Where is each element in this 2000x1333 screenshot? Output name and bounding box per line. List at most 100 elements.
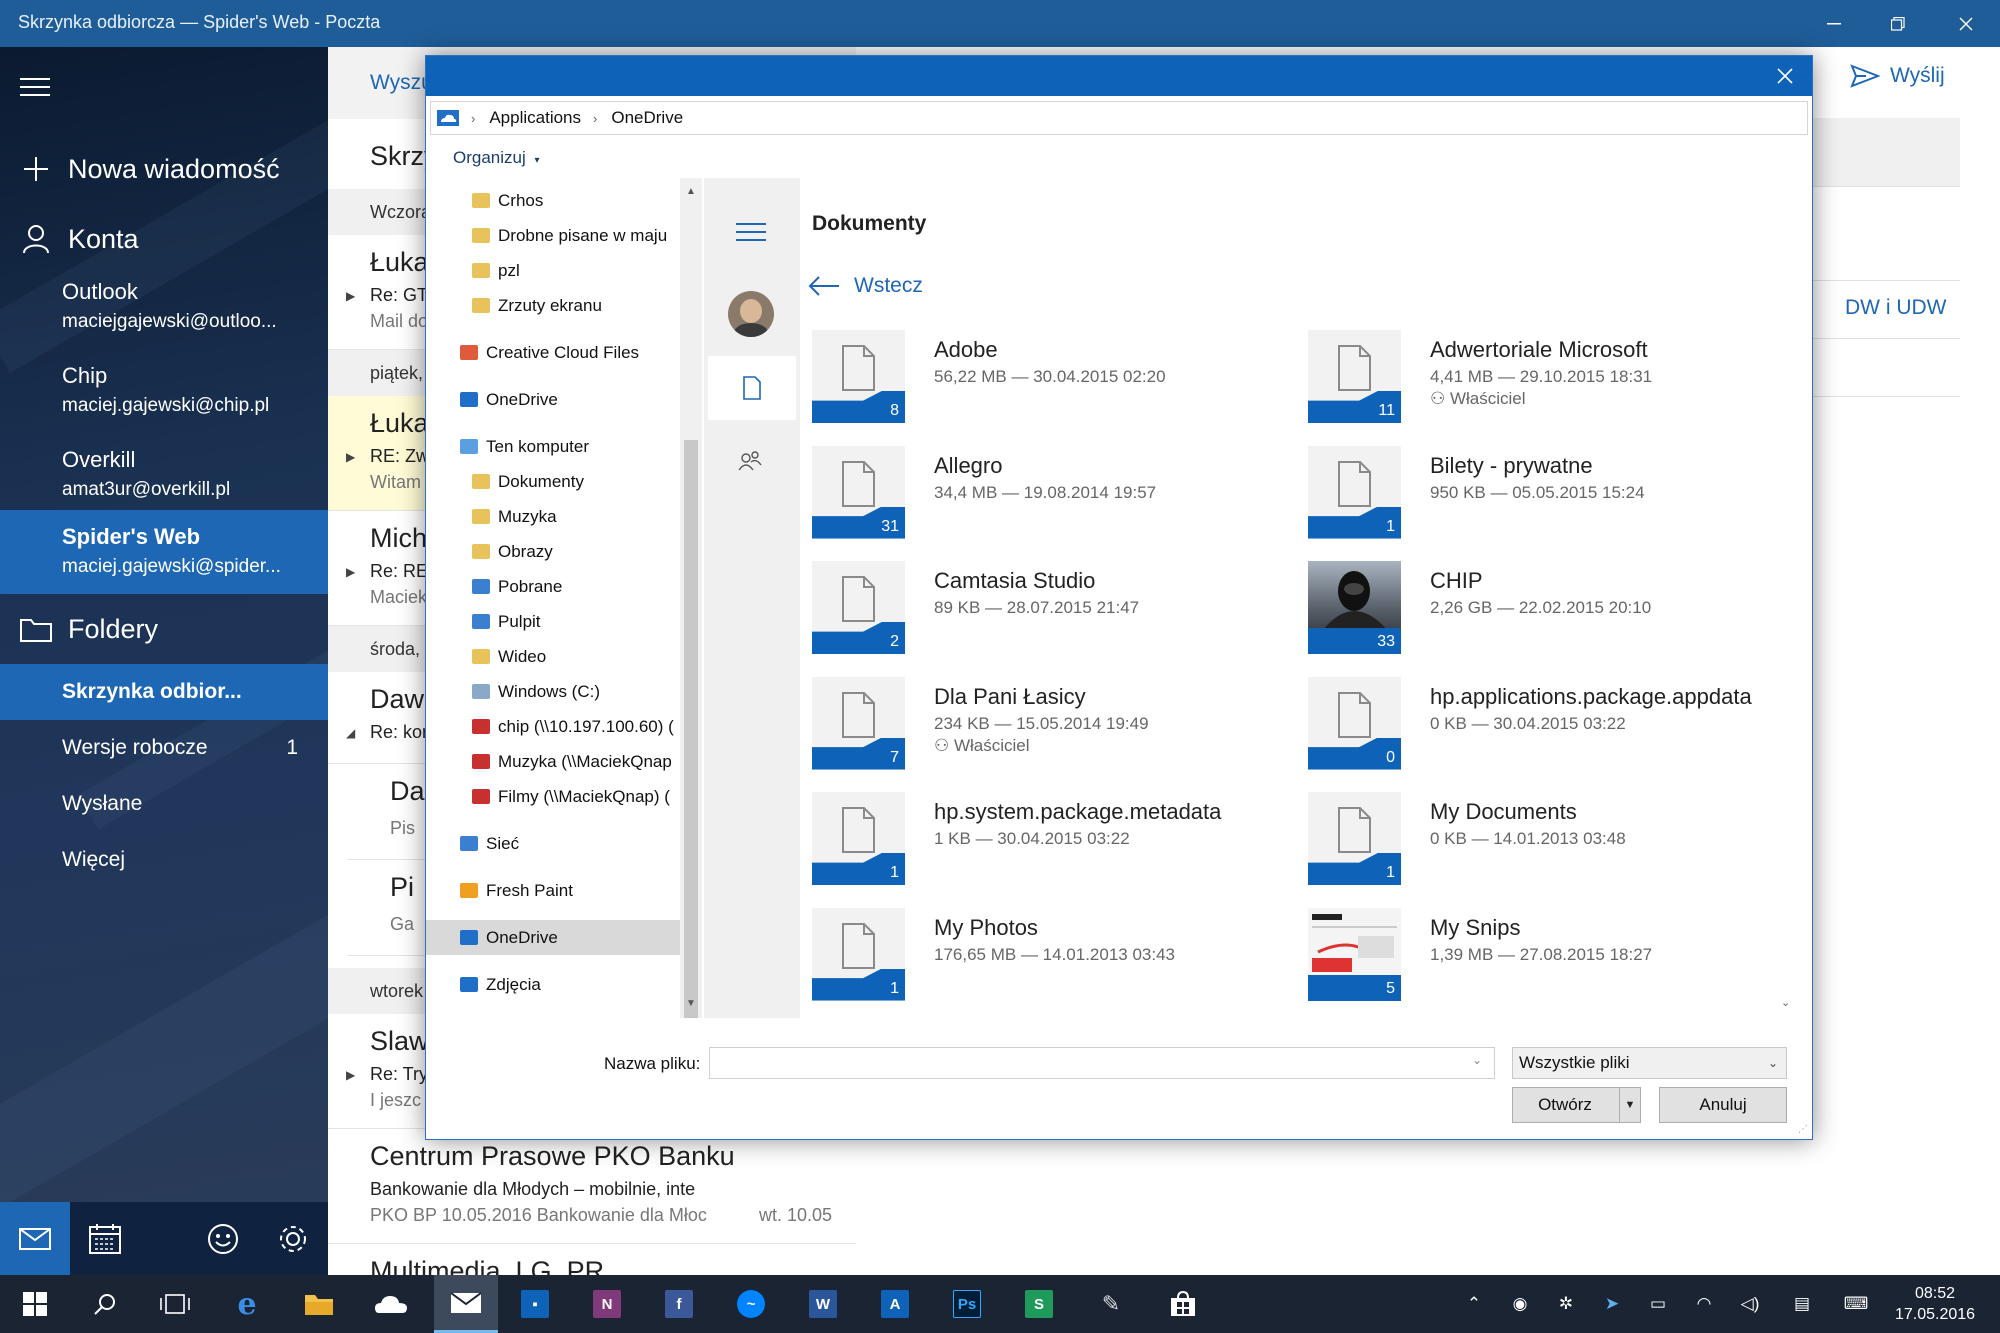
tree-item[interactable]: Wideo <box>426 639 682 674</box>
breadcrumb-item[interactable]: Applications <box>489 108 581 128</box>
search-button[interactable] <box>76 1275 134 1333</box>
folder-more[interactable]: Więcej <box>0 832 328 888</box>
open-options-button[interactable]: ▼ <box>1619 1087 1641 1123</box>
photoshop-taskbar-button[interactable]: Ps <box>938 1275 996 1333</box>
edge-taskbar-button[interactable]: e <box>218 1275 276 1333</box>
start-button[interactable] <box>6 1275 64 1333</box>
tree-item[interactable]: Filmy (\\MaciekQnap) ( <box>426 779 682 814</box>
account-chip[interactable]: Chip maciej.gajewski@chip.pl <box>0 349 328 433</box>
messaging-taskbar-button[interactable]: ▪ <box>506 1275 564 1333</box>
account-overkill[interactable]: Overkill amat3ur@overkill.pl <box>0 433 328 517</box>
cc-bcc-link[interactable]: DW i UDW <box>1845 296 1946 320</box>
folder-tile[interactable]: 0 hp.applications.package.appdata 0 KB — 3… <box>1308 676 1778 773</box>
record-tray-icon[interactable]: ◉ <box>1500 1275 1540 1333</box>
folder-tile[interactable]: 7 Dla Pani Łasicy 234 KB — 15.05.2014 19:4… <box>812 676 1282 773</box>
organize-menu[interactable]: Organizuj ▾ <box>453 148 540 168</box>
mail-taskbar-button[interactable] <box>434 1275 498 1333</box>
dialog-close-button[interactable] <box>1770 61 1800 91</box>
tree-item[interactable]: Muzyka <box>426 499 682 534</box>
send-button[interactable]: Wyślij <box>1850 64 1945 88</box>
tree-item[interactable]: Zrzuty ekranu <box>426 288 682 323</box>
files-nav-button[interactable] <box>708 356 796 420</box>
tree-item[interactable]: Drobne pisane w maju <box>426 218 682 253</box>
settings-button[interactable] <box>258 1202 328 1275</box>
hamburger-button[interactable] <box>0 57 328 117</box>
folder-tile[interactable]: 33 CHIP 2,26 GB — 22.02.2015 20:10 <box>1308 561 1778 657</box>
folder-tile[interactable]: 2 Camtasia Studio 89 KB — 28.07.2015 21:47 <box>812 561 1282 657</box>
tree-item[interactable]: Crhos <box>426 183 682 218</box>
expand-arrow-icon[interactable]: ▶ <box>346 450 355 464</box>
word-taskbar-button[interactable]: W <box>794 1275 852 1333</box>
shared-nav-button[interactable] <box>738 450 762 477</box>
message-item[interactable]: Multimedia_LG_PR <box>328 1244 856 1275</box>
close-button[interactable] <box>1932 0 2000 47</box>
scroll-down-icon[interactable]: ⌄ <box>1781 996 1790 1009</box>
tree-item[interactable]: Windows (C:) <box>426 674 682 709</box>
show-hidden-icons-button[interactable]: ⌃ <box>1454 1275 1494 1333</box>
tree-scrollbar[interactable]: ▲ ▼ <box>680 178 702 1018</box>
minimize-button[interactable] <box>1800 0 1868 47</box>
filename-history-dropdown-icon[interactable]: ⌄ <box>1472 1053 1482 1067</box>
menu-button[interactable] <box>736 222 766 247</box>
folder-tile[interactable]: 1 hp.system.package.metadata 1 KB — 30.04.… <box>812 792 1282 888</box>
folders-header[interactable]: Foldery <box>0 601 328 657</box>
folder-tile[interactable]: 1 My Documents 0 KB — 14.01.2013 03:48 <box>1308 792 1778 888</box>
calendar-button[interactable] <box>70 1202 140 1275</box>
tree-item[interactable]: Pobrane <box>426 569 682 604</box>
onenote-taskbar-button[interactable]: N <box>578 1275 636 1333</box>
resize-grip-icon[interactable]: ⋰ <box>1798 1124 1808 1135</box>
folder-inbox[interactable]: Skrzynka odbior... <box>0 664 328 720</box>
restore-button[interactable] <box>1864 0 1932 47</box>
telegram-tray-icon[interactable]: ➤ <box>1592 1275 1632 1333</box>
back-button[interactable]: Wstecz <box>808 274 923 298</box>
tree-item[interactable]: pzl <box>426 253 682 288</box>
tree-item[interactable]: Pulpit <box>426 604 682 639</box>
onedrive-taskbar-button[interactable] <box>362 1275 420 1333</box>
tree-item[interactable]: Muzyka (\\MaciekQnap <box>426 744 682 779</box>
folder-drafts[interactable]: Wersje robocze 1 <box>0 720 328 776</box>
tree-item[interactable]: Obrazy <box>426 534 682 569</box>
breadcrumb-item[interactable]: OneDrive <box>611 108 683 128</box>
account-spiders-web[interactable]: Spider's Web maciej.gajewski@spider... <box>0 510 328 594</box>
folder-tile[interactable]: 5 My Snips 1,39 MB — 27.08.2015 18:27 <box>1308 907 1778 1004</box>
folder-tile[interactable]: 1 My Photos 176,65 MB — 14.01.2013 03:43 <box>812 907 1282 1004</box>
volume-tray-icon[interactable]: ◁) <box>1730 1275 1770 1333</box>
folder-sent[interactable]: Wysłane <box>0 776 328 832</box>
translator-taskbar-button[interactable]: A <box>866 1275 924 1333</box>
paint-taskbar-button[interactable]: ✎ <box>1082 1275 1140 1333</box>
tree-item[interactable]: Ten komputer <box>426 429 682 464</box>
account-outlook[interactable]: Outlook maciejgajewski@outloo... <box>0 265 328 349</box>
sway-taskbar-button[interactable]: S <box>1010 1275 1068 1333</box>
scroll-down-icon[interactable]: ▼ <box>686 998 696 1009</box>
battery-tray-icon[interactable]: ▭ <box>1638 1275 1678 1333</box>
feedback-button[interactable] <box>188 1202 258 1275</box>
tree-item[interactable]: Fresh Paint <box>426 873 682 908</box>
task-view-button[interactable] <box>146 1275 204 1333</box>
tree-item[interactable]: Creative Cloud Files <box>426 335 682 370</box>
action-center-button[interactable]: ▤ <box>1782 1275 1822 1333</box>
folder-tile[interactable]: 31 Allegro 34,4 MB — 19.08.2014 19:57 <box>812 445 1282 542</box>
tree-item[interactable]: OneDrive <box>426 920 682 955</box>
accounts-header[interactable]: Konta <box>0 209 328 269</box>
file-explorer-taskbar-button[interactable] <box>290 1275 348 1333</box>
pinwheel-tray-icon[interactable]: ✲ <box>1546 1275 1586 1333</box>
expand-arrow-icon[interactable]: ▶ <box>346 1068 355 1082</box>
content-scrollbar[interactable]: ⌄ <box>1778 178 1794 1018</box>
tree-item[interactable]: Dokumenty <box>426 464 682 499</box>
folder-tile[interactable]: 8 Adobe 56,22 MB — 30.04.2015 02:20 <box>812 330 1282 426</box>
tree-item[interactable]: Sieć <box>426 826 682 861</box>
keyboard-tray-icon[interactable]: ⌨ <box>1836 1275 1876 1333</box>
cancel-button[interactable]: Anuluj <box>1659 1087 1787 1123</box>
mail-button[interactable] <box>0 1202 70 1275</box>
tree-item[interactable]: OneDrive <box>426 382 682 417</box>
new-message-button[interactable]: Nowa wiadomość <box>0 139 328 199</box>
message-item[interactable]: Centrum Prasowe PKO Banku Bankowanie dla… <box>328 1129 856 1244</box>
expand-arrow-icon[interactable]: ▶ <box>346 289 355 303</box>
tree-item[interactable]: Zdjęcia <box>426 967 682 1002</box>
file-type-filter[interactable]: Wszystkie pliki ⌄ <box>1512 1047 1787 1079</box>
avatar[interactable] <box>728 291 774 337</box>
folder-tile[interactable]: 1 Bilety - prywatne 950 KB — 05.05.2015 15… <box>1308 445 1778 542</box>
messenger-taskbar-button[interactable]: ~ <box>722 1275 780 1333</box>
collapse-arrow-icon[interactable]: ◢ <box>346 726 355 740</box>
address-bar[interactable]: › Applications › OneDrive <box>430 101 1808 135</box>
